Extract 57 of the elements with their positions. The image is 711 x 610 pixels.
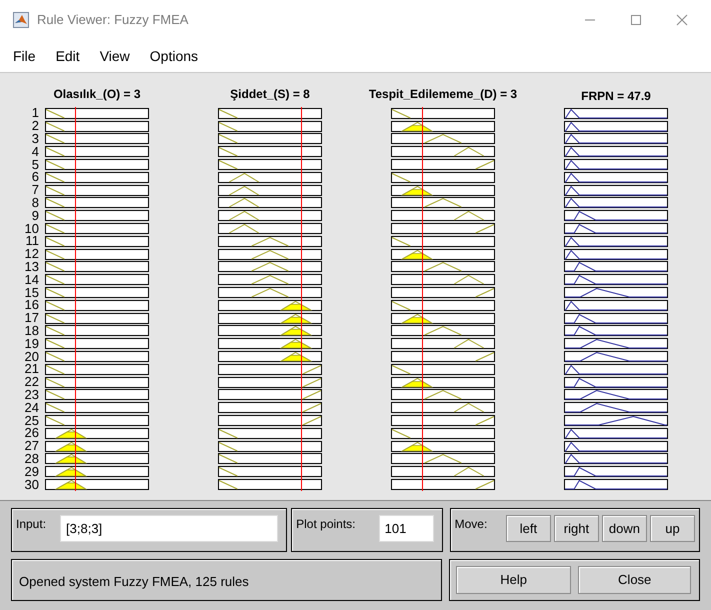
rule-number: 13 — [24, 260, 39, 273]
rule-number: 2 — [32, 120, 39, 132]
rule-number: 19 — [24, 338, 39, 350]
menu-item[interactable]: Options — [150, 46, 198, 66]
plot-points-field[interactable]: 101 — [378, 515, 434, 542]
rule-number: 22 — [24, 376, 39, 388]
input-variable-label: Tespit_Edilememe_(D) = 3 — [368, 86, 518, 103]
rule-number: 29 — [24, 466, 39, 478]
menu-item[interactable]: File — [13, 46, 36, 66]
move-button[interactable]: down — [602, 515, 647, 542]
rule-number: 8 — [32, 196, 39, 209]
input-field[interactable]: [3;8;3] — [60, 515, 278, 542]
rule-number: 28 — [24, 452, 39, 465]
input-label: Input: — [16, 516, 46, 533]
output-variable-label: FRPN = 47.9 — [581, 88, 651, 105]
input-value-line[interactable] — [422, 107, 424, 491]
rule-number: 17 — [24, 312, 39, 324]
input-variable-label: Şiddet_(S) = 8 — [230, 86, 310, 103]
rule-number: 20 — [24, 350, 39, 363]
rule-number: 30 — [24, 478, 39, 490]
close-dialog-button[interactable]: Close — [578, 566, 692, 594]
rule-number: 6 — [32, 171, 39, 184]
input-value-line[interactable] — [75, 107, 76, 491]
move-button[interactable]: up — [650, 515, 695, 542]
status-message: Opened system Fuzzy FMEA, 125 rules — [19, 574, 249, 589]
rule-number: 25 — [24, 414, 39, 427]
plot-points-label: Plot points: — [296, 516, 356, 533]
rule-number: 12 — [24, 248, 39, 260]
rule-number: 7 — [32, 184, 39, 196]
rule-number: 16 — [24, 299, 39, 312]
rule-number: 21 — [24, 363, 39, 376]
app-icon — [13, 12, 29, 28]
move-label: Move: — [454, 516, 488, 533]
rule-number: 1 — [32, 107, 39, 120]
help-button[interactable]: Help — [456, 566, 572, 594]
close-icon — [676, 14, 688, 26]
rule-number: 9 — [32, 210, 39, 222]
input-value-line[interactable] — [301, 107, 302, 491]
rule-number: 27 — [24, 440, 39, 452]
window-title: Rule Viewer: Fuzzy FMEA — [37, 11, 188, 30]
maximize-icon — [630, 14, 642, 26]
rule-number: 11 — [26, 235, 39, 248]
rule-number: 4 — [32, 146, 39, 158]
move-button[interactable]: left — [506, 515, 551, 542]
rule-number: 24 — [24, 402, 39, 414]
rule-number: 23 — [24, 388, 39, 401]
rule-number: 26 — [24, 427, 39, 440]
menu-item[interactable]: View — [100, 46, 130, 66]
rule-number: 3 — [32, 132, 39, 145]
rule-number: 5 — [32, 158, 39, 171]
input-variable-label: Olasılık_(O) = 3 — [53, 86, 141, 103]
menu-item[interactable]: Edit — [56, 46, 80, 66]
rule-number: 10 — [24, 222, 39, 235]
rule-number: 18 — [24, 324, 39, 337]
move-button[interactable]: right — [554, 515, 599, 542]
rule-number: 15 — [24, 286, 39, 299]
rule-number: 14 — [24, 274, 39, 286]
